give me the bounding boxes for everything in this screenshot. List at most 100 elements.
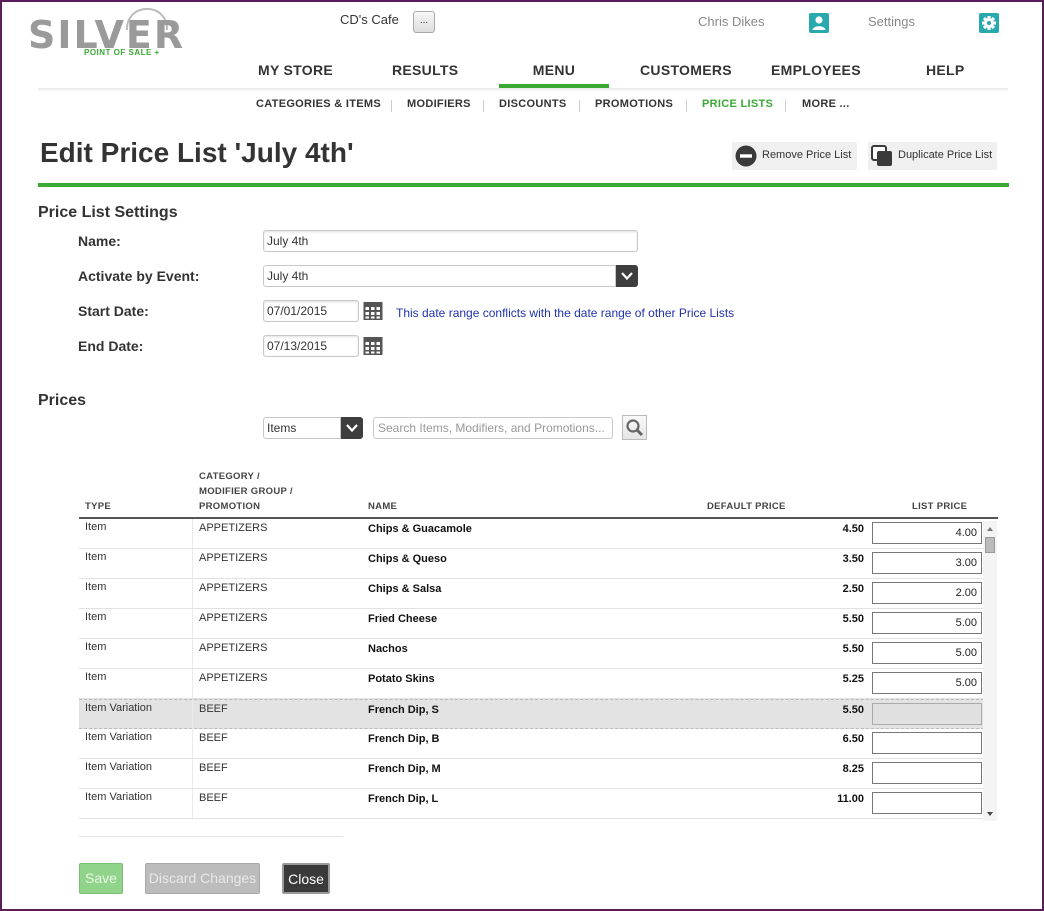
save-button[interactable]: Save xyxy=(79,863,123,894)
row-category: APPETIZERS xyxy=(199,642,268,654)
subnav-discounts[interactable]: DISCOUNTS xyxy=(499,98,566,110)
row-category: BEEF xyxy=(199,732,228,744)
list-price-input[interactable] xyxy=(872,703,982,725)
title-divider xyxy=(38,183,1009,187)
settings-link[interactable]: Settings xyxy=(868,14,915,29)
search-icon xyxy=(626,419,644,437)
user-icon[interactable] xyxy=(809,13,829,33)
subnav-promotions[interactable]: PROMOTIONS xyxy=(595,98,673,110)
col-default-price[interactable]: DEFAULT PRICE xyxy=(707,499,786,514)
discard-changes-button[interactable]: Discard Changes xyxy=(145,863,260,894)
list-price-input[interactable]: 2.00 xyxy=(872,582,982,604)
date-conflict-message: This date range conflicts with the date … xyxy=(396,306,735,320)
list-price-input[interactable] xyxy=(872,732,982,754)
calendar-icon[interactable] xyxy=(363,301,383,321)
col-type[interactable]: TYPE xyxy=(85,499,111,514)
table-row[interactable]: Item APPETIZERS Potato Skins 5.25 5.00 xyxy=(79,669,984,699)
scroll-up-icon[interactable] xyxy=(985,524,995,534)
nav-customers[interactable]: CUSTOMERS xyxy=(640,62,732,88)
table-row[interactable]: Item APPETIZERS Nachos 5.50 5.00 xyxy=(79,639,984,669)
table-row[interactable]: Item APPETIZERS Chips & Queso 3.50 3.00 xyxy=(79,549,984,579)
subnav-separator xyxy=(579,100,580,112)
name-label: Name: xyxy=(78,233,121,249)
row-name: French Dip, B xyxy=(368,733,440,745)
silver-logo[interactable]: SILVER POINT OF SALE + xyxy=(28,8,183,64)
nav-help[interactable]: HELP xyxy=(926,62,965,88)
sub-nav: CATEGORIES & ITEMS MODIFIERS DISCOUNTS P… xyxy=(2,98,1042,116)
row-type: Item xyxy=(79,549,193,578)
table-row[interactable]: Item APPETIZERS Chips & Guacamole 4.50 4.00 xyxy=(79,519,984,549)
row-type: Item Variation xyxy=(79,700,193,729)
row-type: Item xyxy=(79,519,193,548)
gear-icon[interactable] xyxy=(979,13,999,33)
store-switch-button[interactable]: ... xyxy=(413,11,435,33)
row-category: BEEF xyxy=(199,792,228,804)
table-row[interactable]: Item Variation BEEF French Dip, M 8.25 xyxy=(79,759,984,789)
activate-event-select[interactable]: July 4th xyxy=(263,265,616,287)
nav-results[interactable]: RESULTS xyxy=(392,62,458,88)
row-category: APPETIZERS xyxy=(199,612,268,624)
table-row[interactable]: Item Variation BEEF French Dip, L 11.00 xyxy=(79,789,984,819)
nav-menu[interactable]: MENU xyxy=(499,62,609,88)
store-name: CD's Cafe xyxy=(340,12,399,27)
row-type: Item xyxy=(79,669,193,698)
row-default-price: 3.50 xyxy=(842,553,864,565)
row-name: French Dip, M xyxy=(368,763,441,775)
logo-tagline: POINT OF SALE + xyxy=(84,48,160,57)
list-price-input[interactable] xyxy=(872,762,982,784)
nav-employees[interactable]: EMPLOYEES xyxy=(771,62,861,88)
user-name[interactable]: Chris Dikes xyxy=(698,14,764,29)
table-row[interactable]: Item APPETIZERS Fried Cheese 5.50 5.00 xyxy=(79,609,984,639)
row-name: Chips & Queso xyxy=(368,553,447,565)
row-category: APPETIZERS xyxy=(199,582,268,594)
chevron-down-icon[interactable] xyxy=(616,265,638,287)
subnav-separator xyxy=(391,100,392,112)
row-name: Chips & Guacamole xyxy=(368,523,472,535)
table-footer-divider xyxy=(79,836,343,837)
nav-my-store[interactable]: MY STORE xyxy=(258,62,333,88)
app-window: SILVER POINT OF SALE + CD's Cafe ... Chr… xyxy=(0,0,1044,911)
search-button[interactable] xyxy=(622,415,647,440)
activate-event-label: Activate by Event: xyxy=(78,268,200,284)
remove-price-list-button[interactable]: Remove Price List xyxy=(732,142,857,170)
close-button[interactable]: Close xyxy=(282,863,330,894)
price-filter-select[interactable]: Items xyxy=(263,417,341,439)
row-type: Item xyxy=(79,639,193,668)
row-category: APPETIZERS xyxy=(199,552,268,564)
table-row[interactable]: Item APPETIZERS Chips & Salsa 2.50 2.00 xyxy=(79,579,984,609)
list-price-input[interactable]: 5.00 xyxy=(872,612,982,634)
list-price-input[interactable] xyxy=(872,792,982,814)
price-search-input[interactable]: Search Items, Modifiers, and Promotions.… xyxy=(373,417,613,439)
subnav-categories-items[interactable]: CATEGORIES & ITEMS xyxy=(256,98,381,110)
row-type: Item xyxy=(79,579,193,608)
duplicate-price-list-button[interactable]: Duplicate Price List xyxy=(868,142,997,170)
start-date-input[interactable]: 07/01/2015 xyxy=(263,300,359,322)
table-row[interactable]: Item Variation BEEF French Dip, S 5.50 xyxy=(79,699,984,729)
list-price-input[interactable]: 4.00 xyxy=(872,522,982,544)
row-default-price: 5.25 xyxy=(842,673,864,685)
list-price-input[interactable]: 3.00 xyxy=(872,552,982,574)
table-row[interactable]: Item Variation BEEF French Dip, B 6.50 xyxy=(79,729,984,759)
minus-circle-icon xyxy=(735,145,757,167)
row-category: BEEF xyxy=(199,762,228,774)
row-type: Item xyxy=(79,609,193,638)
col-category[interactable]: CATEGORY / MODIFIER GROUP / PROMOTION xyxy=(199,469,293,514)
row-default-price: 5.50 xyxy=(842,704,864,716)
subnav-modifiers[interactable]: MODIFIERS xyxy=(407,98,471,110)
scroll-thumb[interactable] xyxy=(985,537,995,553)
subnav-more[interactable]: MORE ... xyxy=(802,98,850,110)
calendar-icon[interactable] xyxy=(363,336,383,356)
table-scrollbar[interactable] xyxy=(983,521,997,821)
list-price-input[interactable]: 5.00 xyxy=(872,642,982,664)
duplicate-icon xyxy=(871,145,892,166)
remove-price-list-label: Remove Price List xyxy=(762,149,852,161)
col-list-price[interactable]: LIST PRICE xyxy=(912,499,967,514)
name-input[interactable]: July 4th xyxy=(263,230,638,252)
list-price-input[interactable]: 5.00 xyxy=(872,672,982,694)
end-date-input[interactable]: 07/13/2015 xyxy=(263,335,359,357)
chevron-down-icon[interactable] xyxy=(341,417,363,439)
scroll-down-icon[interactable] xyxy=(985,809,995,819)
col-name[interactable]: NAME xyxy=(368,499,397,514)
subnav-price-lists[interactable]: PRICE LISTS xyxy=(702,98,773,110)
main-nav: MY STORE RESULTS MENU CUSTOMERS EMPLOYEE… xyxy=(2,62,1042,88)
